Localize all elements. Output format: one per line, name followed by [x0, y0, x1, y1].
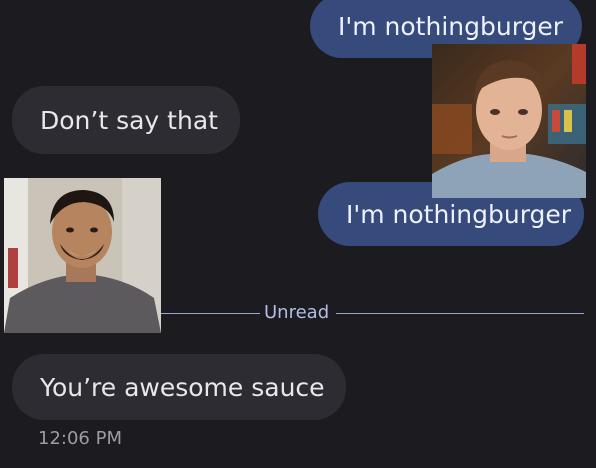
message-text: Don’t say that: [40, 105, 218, 135]
incoming-message-bubble[interactable]: Don’t say that: [12, 86, 240, 154]
chat-screen: I'm nothingburger Don’t say that I'm not…: [0, 0, 596, 468]
message-text: I'm nothingburger: [346, 199, 572, 229]
photo-smiling-man: [4, 178, 161, 333]
message-text: I'm nothingburger: [338, 11, 564, 41]
unread-divider-label: Unread: [264, 302, 330, 323]
message-timestamp: 12:06 PM: [38, 428, 122, 449]
photo-smiling-man-image: [4, 178, 161, 333]
photo-young-man: [432, 44, 586, 198]
photo-young-man-image: [432, 44, 586, 198]
unread-divider-line-left: [161, 313, 260, 314]
incoming-message-bubble[interactable]: You’re awesome sauce: [12, 354, 346, 420]
message-text: You’re awesome sauce: [40, 372, 325, 402]
unread-divider-line-right: [336, 313, 584, 314]
